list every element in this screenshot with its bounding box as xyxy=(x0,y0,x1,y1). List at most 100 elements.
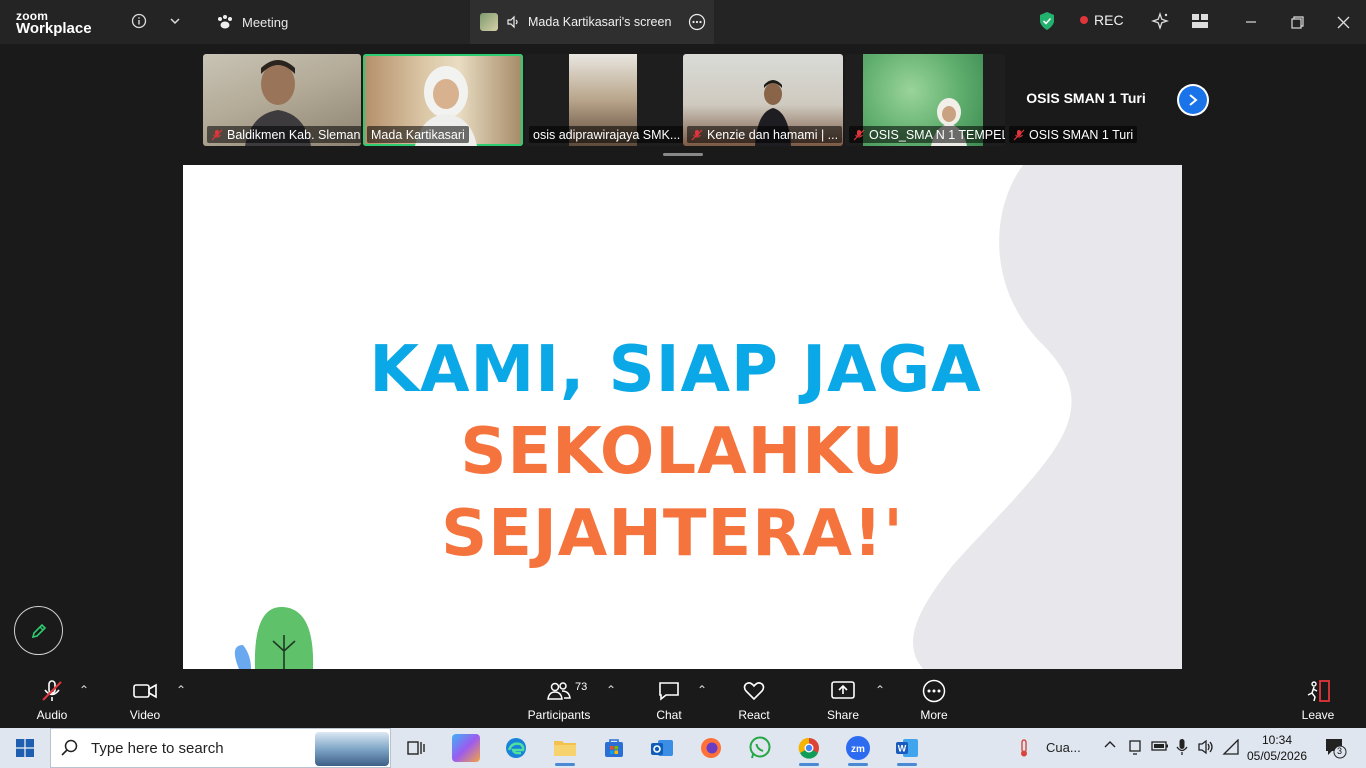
participant-name-tag: Baldikmen Kab. Sleman xyxy=(207,126,361,143)
participant-tile[interactable]: OSIS_SMA N 1 TEMPEL xyxy=(845,54,1005,146)
participant-tile-active[interactable]: Mada Kartikasari xyxy=(363,54,523,146)
title-bar: zoom Workplace Meeting Mada Kartikasari'… xyxy=(0,0,1366,44)
microphone-icon[interactable] xyxy=(1176,738,1188,759)
participant-name-tag: Kenzie dan hamami | ... xyxy=(687,126,843,143)
participant-name-tag: osis adiprawirajaya SMK... xyxy=(529,126,683,143)
chat-button[interactable]: Chat xyxy=(648,669,690,728)
participant-tile[interactable]: Kenzie dan hamami | ... xyxy=(683,54,843,146)
tab-screen-label: Mada Kartikasari's screen xyxy=(528,15,672,29)
tab-shared-screen[interactable]: Mada Kartikasari's screen xyxy=(470,0,714,44)
screen-thumbnail-icon xyxy=(480,13,498,31)
meeting-controls: Audio ⌃ Video ⌃ Participants 73 ⌃ Chat ⌃… xyxy=(0,669,1366,728)
volume-icon[interactable] xyxy=(1197,739,1215,758)
shared-screen-slide: KAMI, SIAP JAGA SEKOLAHKU SEJAHTERA!' xyxy=(183,165,1182,669)
rec-dot-icon xyxy=(1080,16,1088,24)
windows-taskbar: Type here to search zm W Cua... 10:34 05… xyxy=(0,728,1366,768)
participant-name-tag: OSIS SMAN 1 Turi xyxy=(1009,126,1138,143)
firefox-icon[interactable] xyxy=(697,734,725,762)
speaker-icon xyxy=(507,15,518,29)
participant-video-off-name: OSIS SMAN 1 Turi xyxy=(1026,90,1146,106)
notification-center-icon[interactable]: 3 xyxy=(1324,737,1348,762)
tab-meeting[interactable]: Meeting xyxy=(216,0,288,44)
workplace-logo: Workplace xyxy=(16,20,92,37)
microsoft-store-icon[interactable] xyxy=(600,734,628,762)
participant-tile[interactable]: Baldikmen Kab. Sleman xyxy=(203,54,361,146)
heart-icon xyxy=(743,682,765,701)
search-highlight-image xyxy=(315,732,389,766)
annotate-button[interactable] xyxy=(14,606,63,655)
file-explorer-icon[interactable] xyxy=(551,734,579,766)
gallery-resize-handle[interactable] xyxy=(663,153,703,156)
participant-name-tag: OSIS_SMA N 1 TEMPEL xyxy=(849,126,1005,143)
mic-muted-icon xyxy=(691,129,703,140)
share-options-caret-icon[interactable]: ⌃ xyxy=(875,683,885,697)
participant-gallery: Baldikmen Kab. Sleman Mada Kartikasari o… xyxy=(203,54,1217,146)
react-button[interactable]: React xyxy=(733,669,775,728)
show-hidden-icons-caret-icon[interactable] xyxy=(1103,738,1117,755)
chrome-icon[interactable] xyxy=(795,734,823,766)
participant-tile[interactable]: OSIS SMAN 1 Turi OSIS SMAN 1 Turi xyxy=(1005,54,1167,146)
mic-muted-icon xyxy=(1013,129,1025,140)
task-view-icon[interactable] xyxy=(402,734,430,762)
share-screen-icon xyxy=(831,681,855,699)
video-button[interactable]: Video xyxy=(124,669,166,728)
battery-icon[interactable] xyxy=(1151,740,1169,755)
weather-thermometer-icon[interactable] xyxy=(1016,738,1032,761)
gallery-next-button[interactable] xyxy=(1177,84,1209,116)
outlook-icon[interactable] xyxy=(648,734,676,762)
view-layout-icon[interactable] xyxy=(1189,10,1211,32)
participant-tile[interactable]: osis adiprawirajaya SMK... xyxy=(525,54,683,146)
participants-button[interactable]: Participants xyxy=(524,669,594,728)
slide-headline-line2: SEKOLAHKU xyxy=(460,415,905,489)
chevron-down-icon[interactable] xyxy=(164,10,186,32)
paw-icon xyxy=(218,15,232,29)
video-camera-icon xyxy=(133,683,157,699)
whatsapp-icon[interactable] xyxy=(746,734,774,762)
rec-label: REC xyxy=(1094,12,1124,28)
more-button[interactable]: More xyxy=(913,669,955,728)
more-dots-icon xyxy=(922,679,946,703)
leave-door-icon xyxy=(1307,680,1330,702)
leave-button[interactable]: Leave xyxy=(1298,669,1338,728)
more-options-icon[interactable] xyxy=(688,13,706,31)
windows-start-icon[interactable] xyxy=(11,734,39,762)
slide-headline-line3: SEJAHTERA!' xyxy=(441,497,904,571)
search-placeholder: Type here to search xyxy=(91,739,224,757)
taskbar-search-box[interactable]: Type here to search xyxy=(50,728,391,768)
zoom-app-icon[interactable]: zm xyxy=(844,734,872,766)
video-options-caret-icon[interactable]: ⌃ xyxy=(176,683,186,697)
mic-muted-icon xyxy=(853,129,865,140)
svg-text:W: W xyxy=(898,744,907,754)
audio-options-caret-icon[interactable]: ⌃ xyxy=(79,683,89,697)
chat-options-caret-icon[interactable]: ⌃ xyxy=(697,683,707,697)
participants-icon xyxy=(547,682,571,700)
network-icon[interactable] xyxy=(1222,738,1240,758)
audio-button[interactable]: Audio xyxy=(30,669,74,728)
tab-meeting-label: Meeting xyxy=(242,14,289,30)
recording-indicator[interactable]: REC xyxy=(1080,12,1124,28)
weather-label[interactable]: Cua... xyxy=(1046,740,1081,755)
svg-text:zm: zm xyxy=(851,744,865,755)
search-icon xyxy=(61,739,78,756)
share-button[interactable]: Share xyxy=(822,669,864,728)
plant-illustration xyxy=(234,606,314,669)
mic-muted-icon xyxy=(42,680,62,701)
word-icon[interactable]: W xyxy=(893,734,921,766)
chevron-right-icon xyxy=(1179,86,1207,114)
mic-muted-icon xyxy=(211,129,223,140)
ai-companion-icon[interactable] xyxy=(1149,10,1171,32)
clock-date: 05/05/2026 xyxy=(1246,749,1308,763)
minimize-window-icon[interactable] xyxy=(1239,10,1263,34)
slide-headline-line1: KAMI, SIAP JAGA xyxy=(369,333,982,407)
taskbar-clock[interactable]: 10:34 05/05/2026 xyxy=(1246,732,1308,764)
copilot-icon[interactable] xyxy=(452,734,480,762)
restore-window-icon[interactable] xyxy=(1285,10,1309,34)
encryption-shield-icon[interactable] xyxy=(1036,10,1058,32)
edge-browser-icon[interactable] xyxy=(502,734,530,762)
notification-count: 3 xyxy=(1337,746,1343,756)
close-window-icon[interactable] xyxy=(1331,10,1355,34)
participants-options-caret-icon[interactable]: ⌃ xyxy=(606,683,616,697)
meet-now-icon[interactable] xyxy=(1127,738,1143,759)
info-icon[interactable] xyxy=(128,10,150,32)
chat-bubble-icon xyxy=(659,682,679,701)
